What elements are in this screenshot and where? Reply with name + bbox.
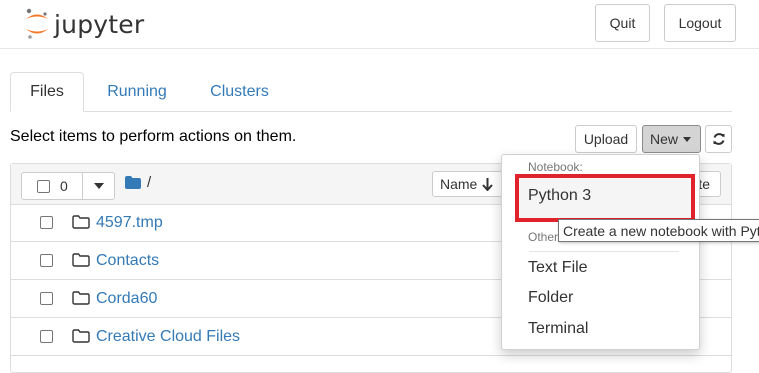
caret-down-icon bbox=[93, 183, 104, 189]
new-button-label: New bbox=[650, 131, 679, 147]
file-row-checkbox[interactable] bbox=[40, 292, 53, 305]
file-row-checkbox[interactable] bbox=[40, 216, 53, 229]
jupyter-logo[interactable]: jupyter bbox=[24, 6, 144, 42]
folder-icon bbox=[72, 215, 90, 229]
select-all-checkbox[interactable] bbox=[37, 179, 50, 193]
upload-button[interactable]: Upload bbox=[575, 125, 637, 153]
refresh-button[interactable] bbox=[705, 125, 732, 153]
jupyter-logo-text: jupyter bbox=[54, 9, 145, 39]
logout-button[interactable]: Logout bbox=[664, 4, 736, 42]
menu-item-python3[interactable]: Python 3 bbox=[515, 174, 695, 222]
sort-modified-label: te bbox=[698, 176, 710, 192]
select-all-control[interactable]: 0 bbox=[21, 172, 83, 200]
menu-item-folder[interactable]: Folder bbox=[528, 289, 573, 307]
quit-button[interactable]: Quit bbox=[595, 4, 650, 42]
tooltip: Create a new notebook with Python 3 bbox=[558, 219, 759, 242]
folder-icon bbox=[72, 253, 90, 267]
refresh-icon bbox=[713, 133, 724, 145]
menu-item-text-file[interactable]: Text File bbox=[528, 259, 588, 277]
sort-name-label: Name bbox=[440, 176, 478, 192]
other-section-header: Other: bbox=[528, 230, 562, 244]
notebook-section-header: Notebook: bbox=[528, 160, 583, 174]
selection-dropdown-button[interactable] bbox=[82, 172, 115, 200]
top-header: jupyter Quit Logout bbox=[0, 0, 759, 49]
folder-icon bbox=[72, 329, 90, 343]
new-button[interactable]: New bbox=[642, 125, 701, 153]
file-row-name[interactable]: Creative Cloud Files bbox=[96, 328, 240, 346]
sort-name-button[interactable]: Name bbox=[432, 171, 506, 197]
jupyter-logo-icon bbox=[26, 8, 48, 39]
folder-open-icon[interactable] bbox=[125, 176, 141, 189]
caret-down-icon bbox=[683, 136, 692, 142]
selection-instruction: Select items to perform actions on them. bbox=[10, 128, 297, 145]
tab-running[interactable]: Running bbox=[100, 72, 174, 112]
folder-icon bbox=[72, 291, 90, 305]
tab-clusters[interactable]: Clusters bbox=[202, 72, 277, 112]
file-row-name[interactable]: 4597.tmp bbox=[96, 214, 163, 232]
file-row-checkbox[interactable] bbox=[40, 330, 53, 343]
menu-divider bbox=[529, 251, 679, 252]
breadcrumb-root[interactable]: / bbox=[147, 174, 151, 191]
file-row-checkbox[interactable] bbox=[40, 254, 53, 267]
menu-item-terminal[interactable]: Terminal bbox=[528, 320, 588, 338]
menu-item-python3-label: Python 3 bbox=[528, 187, 592, 204]
tab-files[interactable]: Files bbox=[10, 72, 84, 112]
main-tabs: Files Running Clusters bbox=[10, 72, 732, 112]
arrow-down-icon bbox=[482, 177, 494, 191]
file-row-name[interactable]: Contacts bbox=[96, 252, 159, 270]
selected-count: 0 bbox=[60, 178, 68, 194]
file-row-name[interactable]: Corda60 bbox=[96, 290, 157, 308]
